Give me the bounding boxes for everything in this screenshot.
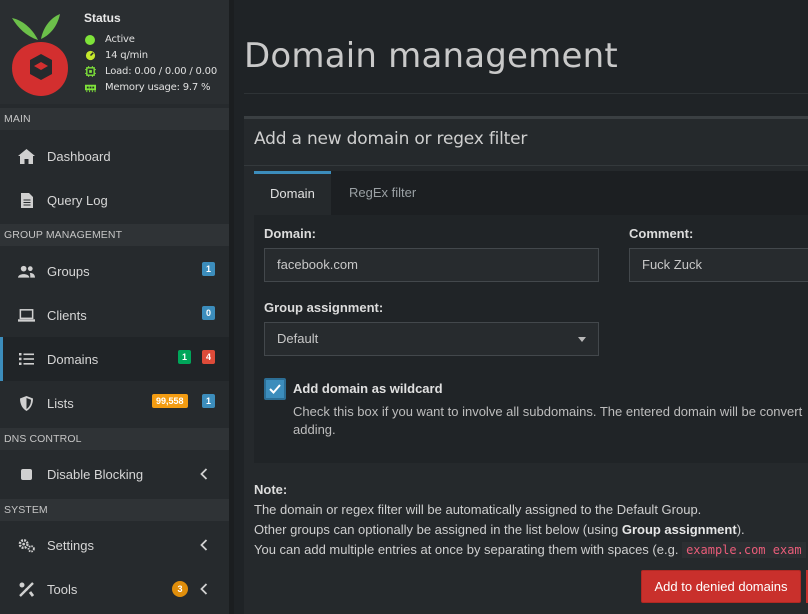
status-queries: 14 q/min (85, 50, 148, 61)
domain-label: Domain: (264, 226, 316, 241)
sidebar-item-tools[interactable]: Tools 3 (0, 567, 229, 611)
add-domain-card: Add a new domain or regex filter Domain … (244, 116, 808, 614)
section-group-management: GROUP MANAGEMENT (0, 224, 229, 246)
section-system: SYSTEM (0, 499, 229, 521)
card-title: Add a new domain or regex filter (254, 129, 528, 149)
note-line-1: The domain or regex filter will be autom… (254, 502, 702, 517)
note-line-2-end: ). (736, 522, 745, 537)
tools-count-badge: 3 (172, 581, 188, 597)
active-dot-icon (85, 34, 95, 45)
status-queries-text: 14 q/min (105, 50, 148, 61)
laptop-icon (18, 308, 35, 322)
sidebar-item-label: Tools (47, 581, 78, 597)
note-line-2-bold: Group assignment (621, 522, 737, 537)
chevron-left-icon (200, 539, 208, 551)
note-line-3: You can add multiple entries at once by … (254, 542, 806, 558)
sidebar-item-label: Groups (47, 263, 90, 279)
note-line-2: Other groups can optionally be assigned … (254, 522, 745, 537)
group-assignment-value: Default (277, 331, 319, 346)
sidebar-item-label: Settings (47, 537, 94, 553)
gauge-icon (85, 50, 96, 61)
brand-status-panel: Status Active 14 q/min Load: 0.00 / 0.00… (0, 0, 229, 104)
divider (244, 93, 808, 94)
domains-denied-badge: 4 (202, 350, 216, 364)
sidebar-item-dashboard[interactable]: Dashboard (0, 134, 229, 178)
wildcard-help-text-2: adding. (293, 422, 336, 437)
chevron-left-icon (200, 583, 208, 595)
page-title: Domain management (244, 36, 618, 76)
domains-allowed-badge: 1 (178, 350, 192, 364)
tab-bar: Domain RegEx filter (254, 171, 808, 215)
tab-domain[interactable]: Domain (254, 171, 331, 215)
sidebar-item-lists[interactable]: Lists 99,558 1 (0, 381, 229, 425)
group-assignment-label: Group assignment: (264, 300, 384, 315)
memory-icon (85, 84, 96, 93)
sidebar-item-label: Query Log (47, 192, 108, 208)
status-active-text: Active (105, 34, 135, 45)
home-icon (18, 148, 35, 164)
list-icon (19, 353, 34, 365)
domain-input[interactable]: facebook.com (264, 248, 599, 282)
note-code-example: example.com exam (682, 542, 806, 558)
clients-count-badge: 0 (202, 306, 216, 320)
note-line-3-text: You can add multiple entries at once by … (254, 542, 683, 557)
section-main: MAIN (0, 108, 229, 130)
status-active: Active (85, 34, 135, 45)
sidebar-item-domains[interactable]: Domains 1 4 (0, 337, 229, 381)
sidebar-item-label: Clients (47, 307, 87, 323)
lists-domains-badge: 99,558 (152, 394, 188, 408)
pihole-logo[interactable] (8, 10, 74, 98)
sidebar-item-groups[interactable]: Groups 1 (0, 249, 229, 293)
caret-down-icon (578, 337, 586, 342)
section-dns-control: DNS CONTROL (0, 428, 229, 450)
sidebar-item-settings[interactable]: Settings (0, 523, 229, 567)
status-load-text: Load: 0.00 / 0.00 / 0.00 (105, 66, 217, 77)
status-memory-text: Memory usage: 9.7 % (105, 82, 211, 93)
groups-count-badge: 1 (202, 262, 216, 276)
stop-icon (21, 468, 32, 480)
wildcard-label[interactable]: Add domain as wildcard (293, 381, 443, 396)
sidebar-item-label: Dashboard (47, 148, 111, 164)
comment-input[interactable]: Fuck Zuck (629, 248, 808, 282)
add-to-denied-domains-button[interactable]: Add to denied domains (641, 570, 801, 603)
status-title: Status (84, 11, 121, 25)
wildcard-help-text: Check this box if you want to involve al… (293, 404, 803, 419)
file-icon (20, 192, 33, 208)
sidebar: Status Active 14 q/min Load: 0.00 / 0.00… (0, 0, 229, 614)
shield-icon (20, 395, 33, 411)
divider (244, 165, 808, 166)
sidebar-item-clients[interactable]: Clients 0 (0, 293, 229, 337)
chevron-left-icon (200, 468, 208, 480)
lists-count-badge: 1 (202, 394, 216, 408)
sidebar-item-query-log[interactable]: Query Log (0, 178, 229, 222)
sidebar-item-label: Lists (47, 395, 74, 411)
wildcard-checkbox[interactable] (264, 378, 286, 400)
gears-icon (18, 538, 35, 552)
sidebar-item-label: Disable Blocking (47, 466, 144, 482)
status-load: Load: 0.00 / 0.00 / 0.00 (85, 66, 217, 77)
note-line-2-text: Other groups can optionally be assigned … (254, 522, 622, 537)
group-assignment-select[interactable]: Default (264, 322, 599, 356)
check-icon (269, 384, 281, 394)
status-memory: Memory usage: 9.7 % (85, 82, 211, 93)
comment-label: Comment: (629, 226, 694, 241)
tools-icon (19, 581, 34, 597)
users-icon (18, 265, 35, 278)
tab-regex-filter[interactable]: RegEx filter (333, 171, 432, 215)
note-title: Note: (254, 482, 288, 497)
sidebar-divider (229, 0, 234, 614)
sidebar-item-label: Domains (47, 351, 99, 367)
cpu-icon (85, 66, 96, 77)
sidebar-item-disable-blocking[interactable]: Disable Blocking (0, 452, 229, 496)
